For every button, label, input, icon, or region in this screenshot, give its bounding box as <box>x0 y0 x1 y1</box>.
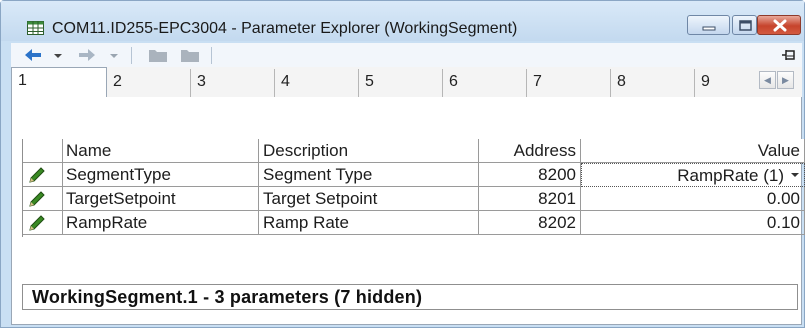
tab-label: 8 <box>617 73 626 90</box>
toolbar <box>11 43 802 67</box>
folder-icon <box>181 50 199 62</box>
pencil-icon <box>29 215 45 231</box>
minimize-button[interactable] <box>687 15 730 35</box>
column-header-label: Value <box>757 141 800 160</box>
tab-1[interactable]: 1 <box>11 67 107 98</box>
forward-button[interactable] <box>77 43 97 67</box>
column-header-description[interactable]: Description <box>259 139 479 163</box>
maximize-button[interactable] <box>732 15 757 35</box>
tab-4[interactable]: 4 <box>275 69 359 97</box>
column-header-name[interactable]: Name <box>63 139 259 163</box>
pin-button[interactable] <box>779 43 799 67</box>
window-title: COM11.ID255-EPC3004 - Parameter Explorer… <box>52 20 518 37</box>
tab-label: 1 <box>18 72 27 89</box>
value-dropdown[interactable]: RampRate (1) <box>581 163 805 187</box>
name-cell: TargetSetpoint <box>63 187 259 211</box>
grid-table-icon <box>27 21 44 35</box>
description-cell: Ramp Rate <box>259 211 479 235</box>
folder-button-2[interactable] <box>179 43 201 67</box>
back-button[interactable] <box>23 43 43 67</box>
tab-scroll-left-button[interactable]: ◀ <box>759 71 776 89</box>
address-cell: 8200 <box>479 163 581 187</box>
column-header-label: Name <box>66 141 112 160</box>
tab-2[interactable]: 2 <box>107 69 191 97</box>
row-edit-cell <box>23 211 63 235</box>
table-row[interactable]: SegmentType Segment Type 8200 RampRate (… <box>23 163 805 187</box>
forward-history-dropdown[interactable] <box>107 43 121 67</box>
tab-label: 2 <box>113 73 122 90</box>
description-cell: Segment Type <box>259 163 479 187</box>
tab-5[interactable]: 5 <box>359 69 443 97</box>
tab-label: 4 <box>281 73 290 90</box>
back-history-dropdown[interactable] <box>51 43 65 67</box>
table-row[interactable]: RampRate Ramp Rate 8202 0.10 <box>23 211 805 235</box>
close-button[interactable] <box>757 15 801 35</box>
tab-3[interactable]: 3 <box>191 69 275 97</box>
description-cell: Target Setpoint <box>259 187 479 211</box>
value-cell[interactable]: 0.10 <box>581 211 805 235</box>
tab-scroll-right-button[interactable]: ▶ <box>777 71 794 89</box>
row-edit-cell <box>23 163 63 187</box>
address-cell: 8201 <box>479 187 581 211</box>
tab-7[interactable]: 7 <box>527 69 611 97</box>
tab-label: 6 <box>449 73 458 90</box>
toolbar-separator <box>211 47 212 64</box>
folder-icon <box>149 50 167 62</box>
tab-6[interactable]: 6 <box>443 69 527 97</box>
toolbar-separator <box>131 47 132 64</box>
maximize-icon <box>739 20 752 31</box>
status-text: WorkingSegment.1 - 3 parameters (7 hidde… <box>32 287 423 307</box>
pin-icon <box>782 50 795 60</box>
tab-8[interactable]: 8 <box>611 69 695 97</box>
table-row[interactable]: TargetSetpoint Target Setpoint 8201 0.00 <box>23 187 805 211</box>
column-header-label: Address <box>513 141 576 160</box>
column-header-address[interactable]: Address <box>479 139 581 163</box>
forward-dropdown-icon <box>110 54 118 58</box>
parameter-explorer-window: COM11.ID255-EPC3004 - Parameter Explorer… <box>0 0 805 328</box>
back-arrow-icon <box>25 49 41 61</box>
status-bar: WorkingSegment.1 - 3 parameters (7 hidde… <box>22 284 798 310</box>
folder-button-1[interactable] <box>147 43 169 67</box>
chevron-down-icon <box>791 173 799 177</box>
row-edit-cell <box>23 187 63 211</box>
tab-label: 5 <box>365 73 374 90</box>
address-cell: 8202 <box>479 211 581 235</box>
tab-strip: 1 2 3 4 5 6 7 8 9 ◀ ▶ <box>11 67 802 98</box>
tab-9[interactable]: 9 <box>695 69 767 97</box>
tab-label: 9 <box>701 73 710 90</box>
forward-arrow-icon <box>79 49 95 61</box>
column-header-label: Description <box>263 141 349 160</box>
tab-label: 7 <box>533 73 542 90</box>
pencil-icon <box>29 191 45 207</box>
back-dropdown-icon <box>54 54 62 58</box>
table-header-icon-column <box>23 139 63 163</box>
pencil-icon <box>29 167 45 183</box>
minimize-icon <box>702 26 716 31</box>
scroll-right-icon: ▶ <box>782 75 789 85</box>
value-cell[interactable]: 0.00 <box>581 187 805 211</box>
name-cell: RampRate <box>63 211 259 235</box>
tab-label: 3 <box>197 73 206 90</box>
name-cell: SegmentType <box>63 163 259 187</box>
title-bar[interactable]: COM11.ID255-EPC3004 - Parameter Explorer… <box>1 1 804 41</box>
column-header-value[interactable]: Value <box>581 139 805 163</box>
scroll-left-icon: ◀ <box>764 75 771 85</box>
close-icon <box>773 19 787 32</box>
parameter-table: Name Description Address Value SegmentTy… <box>22 139 805 237</box>
